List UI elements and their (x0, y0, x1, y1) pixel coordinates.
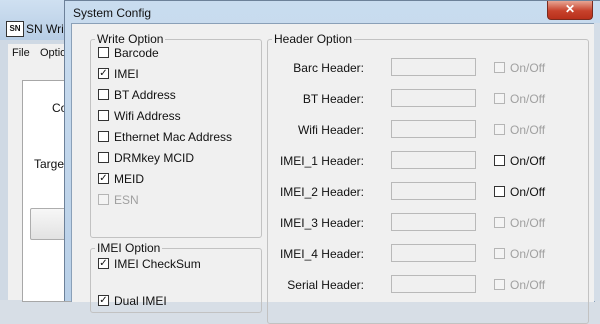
close-button[interactable]: ✕ (547, 1, 593, 20)
label-meid: MEID (114, 172, 144, 186)
checkbox-imei2-onoff[interactable] (494, 186, 505, 197)
label-imei2-header: IMEI_2 Header: (279, 185, 364, 199)
menu-file[interactable]: File (12, 47, 30, 59)
label-imei4-header: IMEI_4 Header: (279, 247, 364, 261)
label-imei1-onoff: On/Off (510, 154, 546, 168)
label-imei1-header: IMEI_1 Header: (279, 154, 364, 168)
checkbox-imei[interactable]: ✓ (98, 68, 109, 79)
label-serial-header: Serial Header: (287, 278, 364, 292)
checkbox-bt-address[interactable] (98, 89, 109, 100)
system-config-dialog: System Config ✕ Write Option Barcode ✓ I… (64, 0, 600, 324)
label-drmkey-mcid: DRMkey MCID (114, 151, 194, 165)
label-imei3-header: IMEI_3 Header: (279, 216, 364, 230)
label-imei2-onoff: On/Off (510, 185, 546, 199)
header-option-legend: Header Option (274, 32, 353, 46)
app-icon: SN (6, 21, 24, 37)
label-imei3-onoff: On/Off (510, 216, 546, 230)
label-barc-header: Barc Header: (293, 61, 364, 75)
checkbox-serial-onoff (494, 279, 505, 290)
label-dual-imei: Dual IMEI (114, 294, 167, 308)
label-wifi-onoff: On/Off (510, 123, 546, 137)
dialog-title: System Config (73, 6, 152, 20)
imei-option-legend: IMEI Option (97, 241, 161, 255)
label-esn: ESN (114, 193, 139, 207)
checkbox-imei3-onoff (494, 217, 505, 228)
label-wifi-header: Wifi Header: (297, 123, 364, 137)
checkbox-barcode[interactable] (98, 47, 109, 58)
dialog-client-area: Write Option Barcode ✓ IMEI BT Address W… (71, 23, 595, 324)
checkbox-wifi-onoff (494, 124, 505, 135)
checkbox-wifi-address[interactable] (98, 110, 109, 121)
label-barc-onoff: On/Off (510, 61, 546, 75)
label-imei-checksum: IMEI CheckSum (114, 257, 201, 271)
checkbox-barc-onoff (494, 62, 505, 73)
input-imei2-header[interactable] (391, 182, 476, 200)
label-ethernet-mac: Ethernet Mac Address (114, 130, 233, 144)
checkbox-dual-imei[interactable]: ✓ (98, 295, 109, 306)
label-bt-address: BT Address (114, 88, 176, 102)
dialog-right-border (594, 23, 600, 301)
input-serial-header (391, 275, 476, 293)
background-label-targe: Targe (34, 157, 65, 171)
checkbox-imei-checksum[interactable]: ✓ (98, 258, 109, 269)
checkbox-drmkey-mcid[interactable] (98, 152, 109, 163)
label-barcode: Barcode (114, 46, 159, 60)
input-barc-header (391, 58, 476, 76)
checkbox-imei1-onoff[interactable] (494, 155, 505, 166)
label-bt-onoff: On/Off (510, 92, 546, 106)
checkbox-meid[interactable]: ✓ (98, 173, 109, 184)
write-option-legend: Write Option (97, 32, 164, 46)
checkbox-bt-onoff (494, 93, 505, 104)
checkbox-esn (98, 194, 109, 205)
input-imei1-header[interactable] (391, 151, 476, 169)
close-icon: ✕ (564, 2, 576, 16)
input-imei3-header (391, 213, 476, 231)
label-wifi-address: Wifi Address (114, 109, 181, 123)
label-serial-onoff: On/Off (510, 278, 546, 292)
input-bt-header (391, 89, 476, 107)
checkbox-ethernet-mac[interactable] (98, 131, 109, 142)
input-imei4-header (391, 244, 476, 262)
label-imei: IMEI (114, 67, 139, 81)
input-wifi-header (391, 120, 476, 138)
menu-options[interactable]: Optio (40, 47, 66, 59)
label-bt-header: BT Header: (302, 92, 364, 106)
checkbox-imei4-onoff (494, 248, 505, 259)
label-imei4-onoff: On/Off (510, 247, 546, 261)
